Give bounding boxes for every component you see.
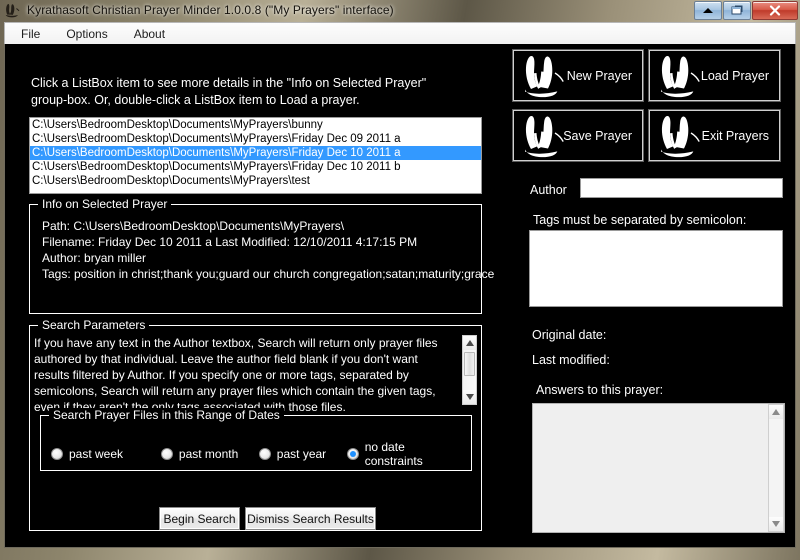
answers-scrollbar[interactable] <box>768 404 784 532</box>
window-controls <box>694 1 798 20</box>
application-window: Kyrathasoft Christian Prayer Minder 1.0.… <box>0 0 800 560</box>
radio-indicator[interactable] <box>51 448 63 460</box>
restore-window-icon <box>731 5 742 15</box>
praying-hands-icon <box>3 2 21 18</box>
dismiss-search-results-button[interactable]: Dismiss Search Results <box>245 507 376 530</box>
original-date-label: Original date: <box>532 328 607 342</box>
restore-button[interactable] <box>723 1 751 20</box>
info-path: Path: C:\Users\BedroomDesktop\Documents\… <box>42 219 345 233</box>
client-area: Click a ListBox item to see more details… <box>4 44 796 548</box>
radio-label: past year <box>276 447 327 461</box>
exit-prayers-button[interactable]: Exit Prayers <box>648 109 781 162</box>
close-button[interactable] <box>752 1 798 20</box>
praying-hands-icon <box>525 55 564 98</box>
search-description-area: If you have any text in the Author textb… <box>34 335 477 414</box>
praying-hands-icon <box>525 115 564 158</box>
praying-hands-icon <box>661 55 700 98</box>
radio-past-year[interactable]: past year <box>258 447 347 461</box>
date-range-group: Search Prayer Files in this Range of Dat… <box>40 408 472 471</box>
radio-indicator[interactable] <box>346 448 359 460</box>
instructions-line-1: Click a ListBox item to see more details… <box>31 76 427 90</box>
begin-search-button[interactable]: Begin Search <box>159 507 240 530</box>
radio-indicator[interactable] <box>258 448 271 460</box>
radio-past-week[interactable]: past week <box>51 447 161 461</box>
radio-no-date-constraints[interactable]: no date constraints <box>346 440 466 468</box>
info-group-body: Path: C:\Users\BedroomDesktop\Documents\… <box>42 218 495 282</box>
menu-bar: File Options About <box>4 22 796 44</box>
info-filename-modified: Filename: Friday Dec 10 2011 a Last Modi… <box>42 235 418 249</box>
radio-label: past month <box>178 447 239 461</box>
search-description-scrollbar[interactable] <box>462 335 477 405</box>
menu-item-options[interactable]: Options <box>56 25 117 43</box>
info-group-title: Info on Selected Prayer <box>38 197 172 211</box>
close-icon <box>769 5 781 16</box>
search-description-text: If you have any text in the Author textb… <box>34 336 438 414</box>
exit-prayers-label: Exit Prayers <box>701 128 769 143</box>
list-item[interactable]: C:\Users\BedroomDesktop\Documents\MyPray… <box>30 146 481 160</box>
tags-input[interactable] <box>529 230 783 307</box>
radio-past-month[interactable]: past month <box>160 447 259 461</box>
title-bar: Kyrathasoft Christian Prayer Minder 1.0.… <box>0 0 800 20</box>
search-parameters-group: Search Parameters If you have any text i… <box>29 318 482 531</box>
radio-label: past week <box>69 447 124 461</box>
instructions-line-2: group-box. Or, double-click a ListBox it… <box>31 93 360 107</box>
info-on-selected-prayer-group: Info on Selected Prayer Path: C:\Users\B… <box>29 197 495 314</box>
answers-label: Answers to this prayer: <box>536 383 664 397</box>
scroll-down-arrow-icon[interactable] <box>769 517 783 531</box>
scroll-up-arrow-icon[interactable] <box>769 405 783 419</box>
last-modified-label: Last modified: <box>532 353 610 367</box>
answers-textbox-wrapper <box>532 403 785 533</box>
new-prayer-label: New Prayer <box>566 68 632 83</box>
scroll-down-arrow-icon[interactable] <box>463 390 476 404</box>
new-prayer-button[interactable]: New Prayer <box>512 49 644 102</box>
menu-item-about[interactable]: About <box>124 25 175 43</box>
answers-input[interactable] <box>533 404 769 532</box>
scroll-up-arrow-icon[interactable] <box>463 336 476 350</box>
scrollbar-thumb[interactable] <box>464 352 475 376</box>
list-item[interactable]: C:\Users\BedroomDesktop\Documents\MyPray… <box>30 160 481 174</box>
save-prayer-label: Save Prayer <box>563 128 632 143</box>
info-author: Author: bryan miller <box>42 251 147 265</box>
load-prayer-label: Load Prayer <box>700 68 769 83</box>
list-item[interactable]: C:\Users\BedroomDesktop\Documents\MyPray… <box>30 174 481 188</box>
author-label: Author <box>530 183 567 197</box>
prayer-file-listbox[interactable]: C:\Users\BedroomDesktop\Documents\MyPray… <box>29 117 482 194</box>
date-range-group-title: Search Prayer Files in this Range of Dat… <box>49 408 284 422</box>
radio-indicator[interactable] <box>160 448 173 460</box>
praying-hands-icon <box>661 115 700 158</box>
triangle-up-icon <box>703 7 713 13</box>
info-tags: Tags: position in christ;thank you;guard… <box>42 267 495 281</box>
radio-label: no date constraints <box>364 440 423 468</box>
list-item[interactable]: C:\Users\BedroomDesktop\Documents\MyPray… <box>30 132 481 146</box>
author-input[interactable] <box>580 178 783 198</box>
menu-item-file[interactable]: File <box>11 25 50 43</box>
save-prayer-button[interactable]: Save Prayer <box>512 109 644 162</box>
list-item[interactable]: C:\Users\BedroomDesktop\Documents\MyPray… <box>30 118 481 132</box>
search-group-title: Search Parameters <box>38 318 150 332</box>
window-title: Kyrathasoft Christian Prayer Minder 1.0.… <box>27 3 394 17</box>
date-range-radio-row: past week past month past year no date c… <box>51 440 466 468</box>
instructions-text: Click a ListBox item to see more details… <box>31 75 491 109</box>
load-prayer-button[interactable]: Load Prayer <box>648 49 781 102</box>
minimize-button[interactable] <box>694 1 722 20</box>
tags-label: Tags must be separated by semicolon: <box>533 213 747 227</box>
